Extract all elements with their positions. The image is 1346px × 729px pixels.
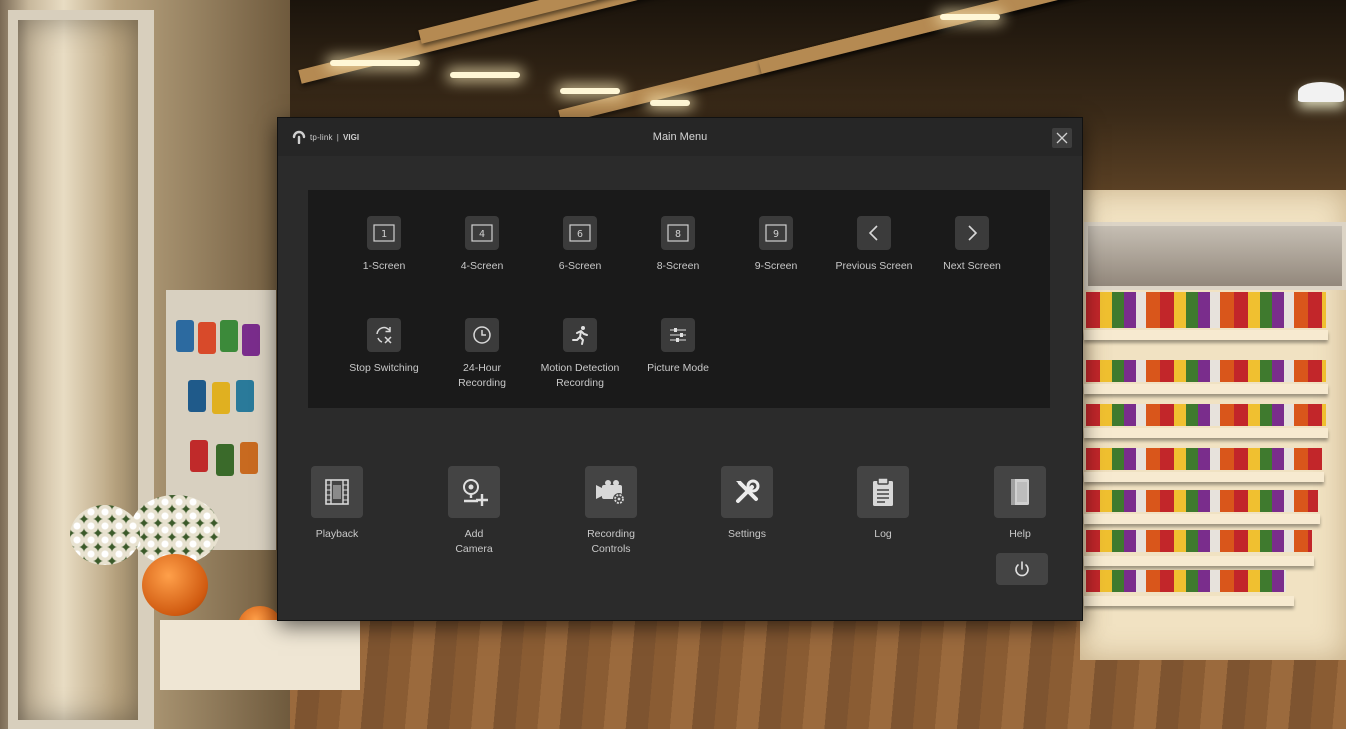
motion-detection-recording-label: Motion Detection Recording bbox=[540, 362, 620, 389]
add-camera-icon bbox=[448, 466, 500, 518]
help-label: Help bbox=[1009, 528, 1031, 540]
live-view-panel: 1 1-Screen 4 4-Screen 6 6-Screen 8 8-Scr… bbox=[308, 190, 1050, 408]
four-screen-label: 4-Screen bbox=[460, 260, 504, 272]
six-screen-button[interactable]: 6 6-Screen bbox=[532, 216, 628, 274]
add-camera-label: Add Camera bbox=[455, 528, 493, 555]
running-person-icon bbox=[563, 318, 597, 352]
power-icon bbox=[1015, 561, 1029, 577]
log-button[interactable]: Log bbox=[833, 466, 933, 542]
six-screen-label: 6-Screen bbox=[558, 260, 602, 272]
help-button[interactable]: Help bbox=[970, 466, 1070, 542]
log-label: Log bbox=[874, 528, 892, 540]
clock-icon bbox=[465, 318, 499, 352]
eight-screen-label: 8-Screen bbox=[656, 260, 700, 272]
book-icon bbox=[994, 466, 1046, 518]
stop-switching-button[interactable]: Stop Switching bbox=[336, 318, 432, 376]
previous-screen-button[interactable]: Previous Screen bbox=[826, 216, 922, 274]
picture-mode-button[interactable]: Picture Mode bbox=[630, 318, 726, 376]
film-icon bbox=[311, 466, 363, 518]
power-button[interactable] bbox=[996, 553, 1048, 585]
next-screen-button[interactable]: Next Screen bbox=[924, 216, 1020, 274]
previous-screen-label: Previous Screen bbox=[835, 260, 913, 272]
motion-detection-recording-button[interactable]: Motion Detection Recording bbox=[532, 318, 628, 391]
settings-label: Settings bbox=[728, 528, 766, 540]
layout-4-icon: 4 bbox=[465, 216, 499, 250]
svg-text:1: 1 bbox=[381, 229, 387, 240]
close-button[interactable] bbox=[1052, 128, 1072, 148]
title-bar: tp-link | VIGI Main Menu bbox=[278, 118, 1082, 156]
four-screen-button[interactable]: 4 4-Screen bbox=[434, 216, 530, 274]
settings-button[interactable]: Settings bbox=[697, 466, 797, 542]
chevron-right-icon bbox=[955, 216, 989, 250]
chevron-left-icon bbox=[857, 216, 891, 250]
one-screen-label: 1-Screen bbox=[362, 260, 406, 272]
eight-screen-button[interactable]: 8 8-Screen bbox=[630, 216, 726, 274]
svg-text:6: 6 bbox=[577, 229, 583, 240]
layout-1-icon: 1 bbox=[367, 216, 401, 250]
layout-8-icon: 8 bbox=[661, 216, 695, 250]
layout-9-icon: 9 bbox=[759, 216, 793, 250]
clipboard-icon bbox=[857, 466, 909, 518]
add-camera-button[interactable]: Add Camera bbox=[424, 466, 524, 557]
tools-icon bbox=[721, 466, 773, 518]
video-camera-gear-icon bbox=[585, 466, 637, 518]
one-screen-button[interactable]: 1 1-Screen bbox=[336, 216, 432, 274]
svg-text:9: 9 bbox=[773, 229, 779, 240]
next-screen-label: Next Screen bbox=[943, 260, 1001, 272]
svg-text:8: 8 bbox=[675, 229, 681, 240]
sliders-icon bbox=[661, 318, 695, 352]
stop-switching-label: Stop Switching bbox=[349, 362, 419, 374]
close-icon bbox=[1056, 132, 1068, 144]
nine-screen-button[interactable]: 9 9-Screen bbox=[728, 216, 824, 274]
playback-button[interactable]: Playback bbox=[287, 466, 387, 542]
svg-text:4: 4 bbox=[479, 229, 485, 240]
nine-screen-label: 9-Screen bbox=[754, 260, 798, 272]
stop-switching-icon bbox=[367, 318, 401, 352]
layout-6-icon: 6 bbox=[563, 216, 597, 250]
playback-label: Playback bbox=[315, 528, 359, 540]
24-hour-recording-label: 24-Hour Recording bbox=[458, 362, 506, 389]
main-menu-window: tp-link | VIGI Main Menu 1 1-Screen 4 4-… bbox=[278, 118, 1082, 620]
24-hour-recording-button[interactable]: 24-Hour Recording bbox=[434, 318, 530, 391]
window-title: Main Menu bbox=[652, 131, 708, 143]
picture-mode-label: Picture Mode bbox=[647, 362, 709, 374]
recording-controls-button[interactable]: Recording Controls bbox=[561, 466, 661, 557]
recording-controls-label: Recording Controls bbox=[587, 528, 635, 555]
